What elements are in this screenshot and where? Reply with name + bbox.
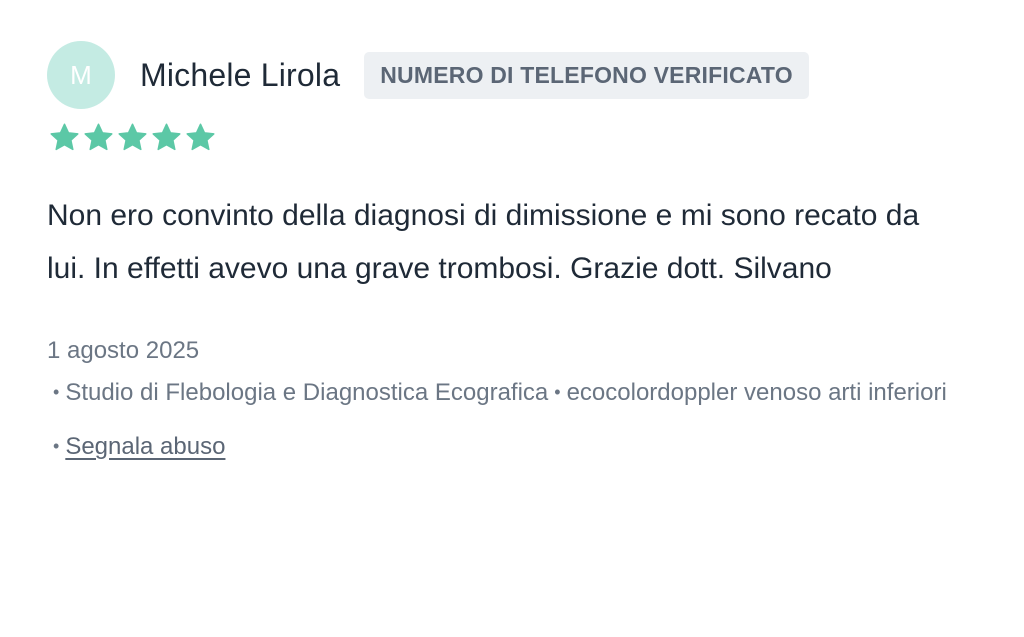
avatar: M [47,41,115,109]
review-header: M Michele Lirola NUMERO DI TELEFONO VERI… [47,40,987,110]
review-text: Non ero convinto della diagnosi di dimis… [47,199,920,285]
review-card: M Michele Lirola NUMERO DI TELEFONO VERI… [47,40,987,467]
bullet-separator: • [554,382,561,402]
avatar-initial: M [70,59,92,90]
verified-phone-badge: NUMERO DI TELEFONO VERIFICATO [364,51,809,99]
service-name: ecocolordoppler venoso arti inferiori [566,379,947,406]
star-icon [185,122,216,153]
author-name: Michele Lirola [140,56,341,93]
report-abuse-link[interactable]: Segnala abuso [65,433,225,460]
report-row: • Segnala abuso [47,426,987,467]
bullet-separator: • [53,382,60,402]
facility-name: Studio di Flebologia e Diagnostica Ecogr… [65,379,549,406]
bullet-separator: • [53,436,60,456]
star-icon [117,122,148,153]
star-icon [151,122,182,153]
star-rating [49,122,987,153]
star-icon [49,122,80,153]
review-service-path: • Studio di Flebologia e Diagnostica Ecog… [47,371,987,414]
review-meta: 1 agosto 2025 • Studio di Flebologia e Di… [47,331,987,467]
star-icon [83,122,114,153]
review-date: 1 agosto 2025 [47,337,200,364]
